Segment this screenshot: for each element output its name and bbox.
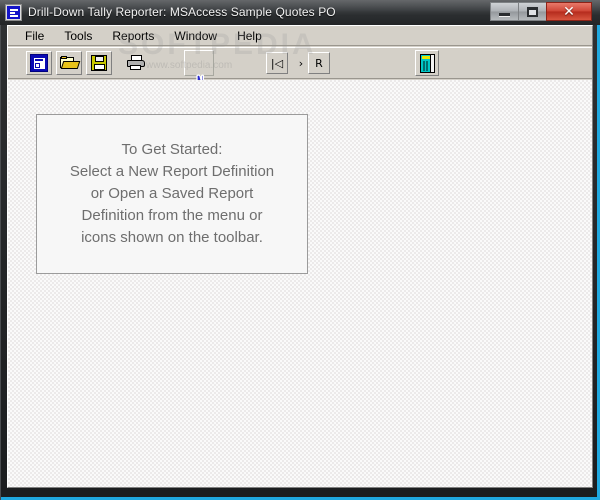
floppy-label xyxy=(94,64,105,70)
window-controls: ✕ xyxy=(490,2,592,22)
menu-file[interactable]: File xyxy=(16,27,53,45)
printer-output xyxy=(130,65,141,70)
get-started-line-5: icons shown on the toolbar. xyxy=(81,229,263,246)
report-bar-2 xyxy=(425,60,428,71)
app-icon-inner xyxy=(7,6,20,19)
get-started-text: To Get Started: Select a New Report Defi… xyxy=(64,139,280,249)
client-area: File Tools Reports Window Help |◁ › R To… xyxy=(7,25,593,488)
application-window: Drill-Down Tally Reporter: MSAccess Samp… xyxy=(0,0,600,500)
next-record-icon: › xyxy=(298,56,304,70)
toolbar-inner: |◁ › R xyxy=(8,48,592,78)
minimize-button[interactable] xyxy=(490,2,518,21)
close-icon: ✕ xyxy=(563,3,575,20)
maximize-icon xyxy=(527,6,538,17)
folder-front xyxy=(60,61,80,69)
close-button[interactable]: ✕ xyxy=(546,2,592,21)
floppy-shutter xyxy=(95,56,104,62)
window-title: Drill-Down Tally Reporter: MSAccess Samp… xyxy=(28,5,336,19)
minimize-icon xyxy=(499,13,510,17)
new-report-definition-icon xyxy=(30,54,48,72)
report-preview-button[interactable] xyxy=(415,50,439,76)
folder-tab xyxy=(60,56,67,59)
report-bar-1 xyxy=(422,60,425,71)
save-icon xyxy=(91,55,107,71)
get-started-line-1: To Get Started: xyxy=(121,141,223,158)
menu-window[interactable]: Window xyxy=(165,27,226,45)
report-preview-icon xyxy=(419,53,435,73)
last-record-button[interactable]: R xyxy=(308,52,330,74)
new-report-definition-button[interactable] xyxy=(26,51,52,75)
main-canvas: To Get Started: Select a New Report Defi… xyxy=(8,80,592,487)
menu-help[interactable]: Help xyxy=(228,27,271,45)
toolbar: |◁ › R xyxy=(8,47,592,79)
new-report-sheet xyxy=(33,57,45,69)
first-record-button[interactable]: |◁ xyxy=(266,52,288,74)
get-started-line-4: Definition from the menu or xyxy=(81,207,263,224)
menu-reports[interactable]: Reports xyxy=(103,27,163,45)
window-frame-left-accent xyxy=(0,0,1,500)
menu-tools[interactable]: Tools xyxy=(55,27,101,45)
first-record-icon: |◁ xyxy=(270,56,284,70)
open-folder-icon xyxy=(59,55,80,71)
last-record-icon: R xyxy=(315,56,323,70)
get-started-panel: To Get Started: Select a New Report Defi… xyxy=(36,114,308,274)
report-glyph-icon xyxy=(9,8,18,17)
report-page xyxy=(429,53,435,73)
open-report-button[interactable] xyxy=(56,51,82,75)
maximize-button[interactable] xyxy=(518,2,546,21)
hovered-toolbar-button[interactable] xyxy=(184,50,214,76)
menu-bar: File Tools Reports Window Help xyxy=(8,26,592,46)
app-icon[interactable] xyxy=(5,4,22,21)
get-started-line-2: Select a New Report Definition xyxy=(69,163,275,180)
save-report-button[interactable] xyxy=(86,51,112,75)
print-button[interactable] xyxy=(122,51,150,75)
title-bar[interactable]: Drill-Down Tally Reporter: MSAccess Samp… xyxy=(0,0,600,25)
print-icon xyxy=(126,55,146,71)
get-started-line-3: or Open a Saved Report xyxy=(90,185,254,202)
